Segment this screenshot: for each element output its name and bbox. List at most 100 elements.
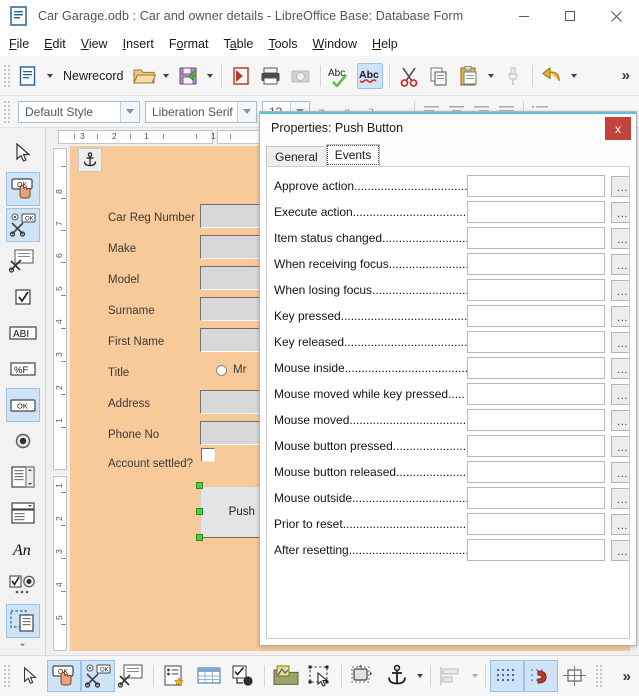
event-browse-after-resetting[interactable]: ... [611,539,629,561]
bottom-toolbar-grip-end[interactable] [595,664,602,688]
palette-expand-button[interactable]: ˇ [20,641,24,656]
event-input-mouse-moved[interactable] [467,409,605,431]
palette-form-design[interactable] [6,244,40,278]
event-input-mouse-moved-while-key-pressed[interactable] [467,383,605,405]
formatting-toolbar-grip[interactable] [3,99,10,124]
palette-text-box[interactable]: ABI [6,316,40,350]
palette-form-design-panel[interactable] [5,604,40,638]
display-grid-button[interactable] [490,660,524,692]
menu-format[interactable]: Format [169,35,217,53]
save-dropdown-caret[interactable] [207,73,214,78]
paste-button[interactable] [454,60,484,92]
event-browse-mouse-button-released[interactable]: ... [611,461,629,483]
palette-label-field[interactable]: An [6,532,40,566]
event-browse-key-pressed[interactable]: ... [611,305,629,327]
selection-handle-middle-left[interactable] [196,508,203,515]
tab-general[interactable]: General [266,146,327,166]
paste-dropdown-caret[interactable] [488,73,495,78]
paragraph-style-combo[interactable]: Default Style [18,100,140,123]
open-dropdown-caret[interactable] [163,73,170,78]
close-button[interactable] [593,0,639,32]
paragraph-style-dropdown[interactable] [120,101,139,122]
properties-dialog[interactable]: Properties: Push Button x General Events… [259,111,637,646]
event-browse-when-receiving-focus[interactable]: ... [611,253,629,275]
event-browse-mouse-outside[interactable]: ... [611,487,629,509]
event-browse-mouse-inside[interactable]: ... [611,357,629,379]
event-browse-mouse-moved-while-key-pressed[interactable]: ... [611,383,629,405]
new-document-button[interactable] [13,60,43,92]
font-name-dropdown[interactable] [237,101,256,122]
event-browse-when-losing-focus[interactable]: ... [611,279,629,301]
event-input-execute-action[interactable] [467,201,605,223]
event-input-approve-action[interactable] [467,175,605,197]
toolbar-overflow-button[interactable]: » [613,67,639,84]
palette-push-button[interactable]: OK [5,388,40,422]
palette-more-controls[interactable] [6,568,40,602]
new-dropdown-caret[interactable] [47,73,53,78]
print-preview-button[interactable] [286,60,316,92]
newrecord-label[interactable]: Newrecord [57,69,129,83]
bottom-form-design[interactable] [115,660,149,692]
export-pdf-button[interactable] [226,60,256,92]
activation-order-button[interactable] [226,660,260,692]
control-properties-button[interactable] [158,660,192,692]
clone-formatting-button[interactable] [498,60,528,92]
bottom-select-tool[interactable] [13,660,47,692]
print-button[interactable] [256,60,286,92]
align-objects-button[interactable] [435,660,469,692]
event-browse-approve-action[interactable]: ... [611,175,629,197]
menu-help[interactable]: Help [372,35,406,53]
position-and-size-button[interactable] [346,660,380,692]
bottom-design-mode[interactable]: OK [47,660,81,692]
palette-select-tool[interactable] [6,136,40,170]
snap-to-grid-button[interactable] [524,660,558,692]
dialog-close-button[interactable]: x [605,117,631,140]
event-input-key-pressed[interactable] [467,305,605,327]
save-button[interactable] [173,60,203,92]
open-button[interactable] [129,60,159,92]
bottom-control-wizards[interactable]: OK [81,660,115,692]
event-input-when-receiving-focus[interactable] [467,253,605,275]
event-input-after-resetting[interactable] [467,539,605,561]
selection-handle-bottom-left[interactable] [196,534,203,541]
maximize-button[interactable] [547,0,593,32]
undo-dropdown-caret[interactable] [571,73,578,78]
palette-control-wizards[interactable]: OK [5,208,40,242]
autospellcheck-button[interactable]: Abc [355,60,385,92]
menu-window[interactable]: Window [313,35,365,53]
event-input-when-losing-focus[interactable] [467,279,605,301]
font-name-combo[interactable]: Liberation Serif [145,100,257,123]
menu-edit[interactable]: Edit [44,35,74,53]
copy-button[interactable] [424,60,454,92]
menu-table[interactable]: Table [223,35,261,53]
event-input-mouse-inside[interactable] [467,357,605,379]
bottom-toolbar-overflow-button[interactable]: » [615,668,639,685]
vertical-ruler[interactable]: 8 7 6 5 4 3 2 1 1 2 3 4 5 [52,146,68,655]
minimize-button[interactable] [501,0,547,32]
event-browse-prior-to-reset[interactable]: ... [611,513,629,535]
palette-formatted-field[interactable]: %F [6,352,40,386]
event-browse-key-released[interactable]: ... [611,331,629,353]
tab-events[interactable]: Events [325,144,381,166]
helplines-while-moving-button[interactable] [558,660,592,692]
palette-option-button[interactable] [6,424,40,458]
event-browse-execute-action[interactable]: ... [611,201,629,223]
bottom-toolbar-grip[interactable] [3,664,10,688]
event-input-prior-to-reset[interactable] [467,513,605,535]
toolbar-grip[interactable] [3,63,10,88]
event-browse-item-status-changed[interactable]: ... [611,227,629,249]
palette-list-box[interactable] [6,460,40,494]
event-input-mouse-outside[interactable] [467,487,605,509]
palette-design-mode[interactable]: OK [5,172,40,206]
menu-insert[interactable]: Insert [123,35,162,53]
undo-button[interactable] [537,60,567,92]
open-in-design-mode-button[interactable] [269,660,303,692]
event-browse-mouse-button-pressed[interactable]: ... [611,435,629,457]
palette-check-box[interactable] [6,280,40,314]
palette-combo-box[interactable] [6,496,40,530]
anchor-menu-button[interactable] [380,660,414,692]
align-dropdown-caret[interactable] [472,674,478,678]
menu-tools[interactable]: Tools [268,35,305,53]
anchor-dropdown-caret[interactable] [417,674,423,678]
event-input-mouse-button-pressed[interactable] [467,435,605,457]
